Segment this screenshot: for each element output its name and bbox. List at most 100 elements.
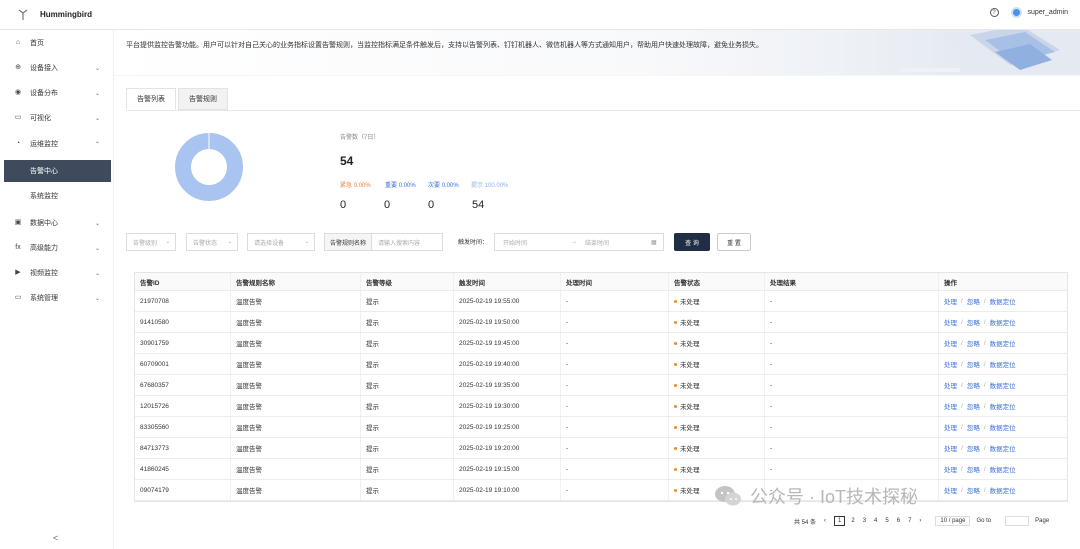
sidebar-item-video-monitor[interactable]: ▶ 视频监控 ⌄	[0, 265, 114, 281]
handle-link[interactable]: 处理	[944, 464, 957, 474]
handle-link[interactable]: 处理	[944, 485, 957, 495]
page-3[interactable]: 3	[863, 518, 866, 524]
table-cell: 提示	[361, 312, 454, 332]
ignore-link[interactable]: 忽略	[967, 485, 980, 495]
handle-link[interactable]: 处理	[944, 338, 957, 348]
tab-alarm-rules[interactable]: 告警规则	[178, 88, 228, 110]
device-select[interactable]: 请选择设备 ⌄	[247, 233, 315, 251]
username[interactable]: super_admin	[1028, 9, 1068, 16]
page-size-select[interactable]: 10 / page	[935, 516, 971, 526]
query-button[interactable]: 查 询	[674, 233, 710, 251]
handle-link[interactable]: 处理	[944, 380, 957, 390]
sidebar-item-ops-monitor[interactable]: ◔ 运维监控 ⌃	[0, 136, 114, 152]
ignore-link[interactable]: 忽略	[967, 443, 980, 453]
table-cell: 提示	[361, 291, 454, 311]
home-icon: ⌂	[15, 39, 21, 46]
table-cell: -	[561, 375, 669, 395]
avatar[interactable]	[1010, 7, 1022, 18]
locate-data-link[interactable]: 数据定位	[990, 485, 1016, 495]
column-header: 触发时间	[454, 273, 561, 290]
table-cell: -	[765, 438, 939, 458]
table-cell: 09074179	[135, 480, 231, 500]
table-cell: -	[561, 333, 669, 353]
sidebar-item-home[interactable]: ⌂ 首页	[0, 35, 114, 51]
handle-link[interactable]: 处理	[944, 401, 957, 411]
locate-data-link[interactable]: 数据定位	[990, 317, 1016, 327]
tab-alarm-list[interactable]: 告警列表	[126, 88, 176, 110]
page-6[interactable]: 6	[897, 518, 900, 524]
time-range-picker[interactable]: 开始时间 → 结束时间 ▦	[494, 233, 664, 251]
stats-total: 54	[340, 154, 354, 168]
sidebar-item-advanced[interactable]: fx 高级能力 ⌄	[0, 240, 114, 256]
sidebar-item-data-center[interactable]: ▣ 数据中心 ⌄	[0, 215, 114, 231]
rule-name-input[interactable]: 请输入搜索内容	[372, 234, 442, 250]
sidebar-item-device-access[interactable]: ⊕ 设备接入 ⌄	[0, 60, 114, 76]
handle-link[interactable]: 处理	[944, 422, 957, 432]
table-cell: 2025-02-19 19:40:00	[454, 354, 561, 374]
sidebar-item-device-distribution[interactable]: ◉ 设备分布 ⌄	[0, 85, 114, 101]
level-select[interactable]: 告警级别 ⌄	[126, 233, 176, 251]
table-row: 84713773 温度告警 提示 2025-02-19 19:20:00- 未处理 - 处理…	[135, 438, 1067, 459]
reset-button[interactable]: 重 置	[717, 233, 751, 251]
sidebar-item-system-monitor[interactable]: 系统监控	[0, 188, 114, 204]
status-select[interactable]: 告警状态 ⌄	[186, 233, 238, 251]
pagination-total: 共 54 条	[794, 519, 817, 526]
sidebar-item-system-admin[interactable]: ▭ 系统管理 ⌄	[0, 290, 114, 306]
locate-data-link[interactable]: 数据定位	[990, 443, 1016, 453]
handle-link[interactable]: 处理	[944, 359, 957, 369]
banner-decoration-image	[900, 30, 1080, 75]
ignore-link[interactable]: 忽略	[967, 338, 980, 348]
table-cell: 2025-02-19 19:30:00	[454, 396, 561, 416]
status-badge: 未处理	[680, 488, 700, 495]
locate-data-link[interactable]: 数据定位	[990, 401, 1016, 411]
table-cell: 2025-02-19 19:50:00	[454, 312, 561, 332]
table-row: 41860245 温度告警 提示 2025-02-19 19:15:00- 未处理 - 处理…	[135, 459, 1067, 480]
start-time-input[interactable]: 开始时间	[503, 238, 571, 247]
locate-data-link[interactable]: 数据定位	[990, 338, 1016, 348]
status-cell: 未处理	[669, 438, 765, 458]
ignore-link[interactable]: 忽略	[967, 317, 980, 327]
status-dot-icon	[674, 362, 677, 366]
table-cell: 提示	[361, 480, 454, 500]
ignore-link[interactable]: 忽略	[967, 401, 980, 411]
ignore-link[interactable]: 忽略	[967, 359, 980, 369]
locate-data-link[interactable]: 数据定位	[990, 422, 1016, 432]
wechat-icon	[715, 486, 741, 506]
ignore-link[interactable]: 忽略	[967, 296, 980, 306]
locate-data-link[interactable]: 数据定位	[990, 464, 1016, 474]
table-cell: -	[765, 312, 939, 332]
table-cell: -	[765, 459, 939, 479]
prev-page-icon[interactable]: ‹	[824, 518, 826, 524]
status-dot-icon	[674, 404, 677, 408]
page-5[interactable]: 5	[885, 518, 888, 524]
handle-link[interactable]: 处理	[944, 443, 957, 453]
help-icon[interactable]: ?	[989, 8, 999, 17]
app-logo[interactable]: Hummingbird	[18, 9, 92, 21]
status-dot-icon	[674, 488, 677, 492]
page-1[interactable]: 1	[834, 516, 846, 526]
page-7[interactable]: 7	[908, 518, 911, 524]
handle-link[interactable]: 处理	[944, 296, 957, 306]
page-2[interactable]: 2	[851, 518, 854, 524]
table-cell: -	[561, 312, 669, 332]
sidebar-item-alarm-center[interactable]: 告警中心	[4, 160, 111, 182]
ignore-link[interactable]: 忽略	[967, 422, 980, 432]
locate-data-link[interactable]: 数据定位	[990, 359, 1016, 369]
actions-cell: 处理 / 忽略 / 数据定位	[939, 375, 1069, 395]
trigger-time-label: 触发时间：	[458, 240, 489, 246]
sidebar-item-visualization[interactable]: ▭ 可视化 ⌄	[0, 110, 114, 126]
status-cell: 未处理	[669, 396, 765, 416]
page-4[interactable]: 4	[874, 518, 877, 524]
end-time-input[interactable]: 结束时间	[585, 238, 651, 247]
locate-data-link[interactable]: 数据定位	[990, 296, 1016, 306]
action-separator: /	[983, 465, 986, 473]
next-page-icon[interactable]: ›	[919, 518, 921, 524]
table-cell: -	[561, 480, 669, 500]
ignore-link[interactable]: 忽略	[967, 464, 980, 474]
locate-data-link[interactable]: 数据定位	[990, 380, 1016, 390]
handle-link[interactable]: 处理	[944, 317, 957, 327]
table-cell: 2025-02-19 19:25:00	[454, 417, 561, 437]
goto-page-input[interactable]	[1005, 516, 1030, 526]
ignore-link[interactable]: 忽略	[967, 380, 980, 390]
collapse-sidebar-button[interactable]: <	[53, 533, 58, 543]
